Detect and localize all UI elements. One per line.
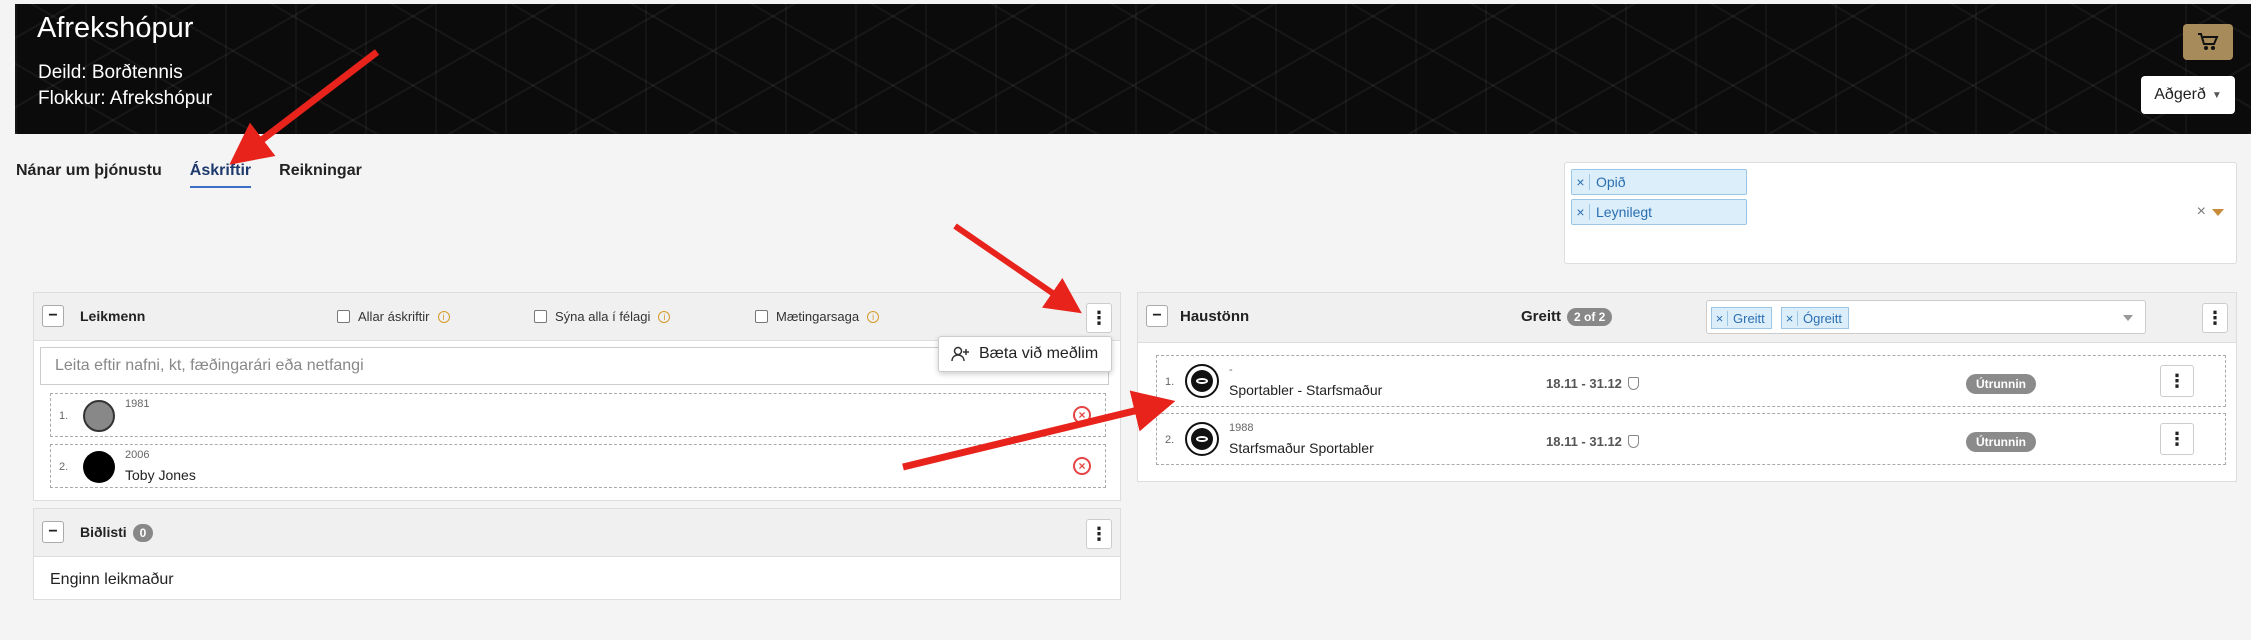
filter-tag-label: Leynilegt [1596, 204, 1653, 220]
filter-tag-open: × Opið [1571, 169, 1747, 195]
checkbox-label: Mætingarsaga [776, 309, 860, 324]
row-index: 2. [59, 461, 69, 473]
avatar [1185, 364, 1219, 398]
waitlist-panel-title: Biðlisti 0 [80, 524, 154, 542]
add-member-menu-item[interactable]: Bæta við meðlim [938, 336, 1112, 372]
status-badge: Útrunnin [1966, 374, 2036, 394]
cart-button[interactable] [2183, 24, 2233, 60]
more-options-button[interactable]: ⋮ [1086, 519, 1112, 549]
checkbox[interactable] [337, 310, 350, 323]
filter-tag-paid: × Greitt [1711, 307, 1772, 329]
paid-status: Greitt 2 of 2 [1521, 308, 1613, 326]
term-panel-title: Haustönn [1180, 308, 1250, 325]
payment-filter-select[interactable]: × Greitt × Ógreitt [1706, 300, 2146, 334]
collapse-button[interactable]: − [42, 305, 64, 327]
remove-icon[interactable]: × [1073, 406, 1091, 424]
avatar [83, 451, 115, 483]
action-dropdown-button[interactable]: Aðgerð ▼ [2141, 76, 2235, 114]
waitlist-panel: − Biðlisti 0 ⋮ Enginn leikmaður [33, 508, 1121, 600]
remove-tag-icon[interactable]: × [1712, 310, 1728, 326]
filter-tag-label: Greitt [1733, 310, 1765, 326]
term-panel: − Haustönn Greitt 2 of 2 × Greitt × Ógrei… [1137, 292, 2237, 482]
subscription-dates: 18.11 - 31.12 [1546, 376, 1639, 391]
more-options-button[interactable]: ⋮ [1086, 303, 1112, 333]
avatar [83, 400, 115, 432]
birth-year: 1988 [1229, 422, 1254, 434]
table-row[interactable]: 1. 1981 × [50, 393, 1106, 437]
checkbox[interactable] [755, 310, 768, 323]
chevron-down-icon: ▼ [2211, 89, 2222, 101]
birth-year: 1981 [125, 398, 150, 410]
waitlist-panel-header: − Biðlisti 0 ⋮ [34, 509, 1120, 557]
row-options-button[interactable]: ⋮ [2160, 423, 2194, 455]
player-name: Toby Jones [125, 467, 196, 483]
paid-label: Greitt [1521, 308, 1562, 325]
more-options-button[interactable]: ⋮ [2202, 303, 2228, 333]
checkbox-label: Sýna alla í félagi [555, 309, 651, 324]
remove-tag-icon[interactable]: × [1572, 204, 1590, 220]
action-button-label: Aðgerð [2154, 86, 2206, 103]
shield-icon [1627, 435, 1639, 448]
checkbox-label: Allar áskriftir [358, 309, 430, 324]
info-icon: i [867, 310, 880, 323]
paid-count-badge: 2 of 2 [1567, 308, 1613, 326]
page-header: Afrekshópur Deild: Borðtennis Flokkur: A… [15, 4, 2251, 134]
filter-tag-secret: × Leynilegt [1571, 199, 1747, 225]
avatar [1185, 422, 1219, 456]
tab-invoices[interactable]: Reikningar [279, 162, 362, 188]
cart-icon [2198, 33, 2219, 50]
table-row[interactable]: 2. 1988 Starfsmaður Sportabler 18.11 - 3… [1156, 413, 2226, 465]
players-panel-header: − Leikmenn Allar áskriftir i Sýna alla í… [34, 293, 1120, 341]
show-all-in-club-checkbox[interactable]: Sýna alla í félagi i [534, 309, 671, 324]
filter-tag-label: Ógreitt [1803, 310, 1843, 326]
remove-icon[interactable]: × [1073, 457, 1091, 475]
checkbox[interactable] [534, 310, 547, 323]
status-badge: Útrunnin [1966, 432, 2036, 452]
date-range: 18.11 - 31.12 [1546, 434, 1622, 449]
filter-tag-label: Opið [1596, 174, 1626, 190]
tab-subscriptions[interactable]: Áskriftir [189, 162, 252, 188]
info-icon: i [437, 310, 450, 323]
visibility-filter-select[interactable]: × Opið × Leynilegt × [1564, 162, 2237, 264]
row-index: 1. [1165, 376, 1175, 388]
chevron-down-icon[interactable] [2212, 209, 2224, 216]
all-subscriptions-checkbox[interactable]: Allar áskriftir i [337, 309, 450, 324]
member-name: Starfsmaður Sportabler [1229, 440, 1374, 456]
date-range: 18.11 - 31.12 [1546, 376, 1622, 391]
waitlist-title-text: Biðlisti [80, 524, 127, 540]
filter-tag-unpaid: × Ógreitt [1781, 307, 1850, 329]
players-panel: − Leikmenn Allar áskriftir i Sýna alla í… [33, 292, 1121, 501]
shield-icon [1627, 377, 1639, 390]
birth-year: - [1229, 364, 1233, 376]
subscription-dates: 18.11 - 31.12 [1546, 434, 1639, 449]
department-label: Deild: Borðtennis [38, 62, 183, 83]
menu-item-label: Bæta við meðlim [979, 345, 1099, 362]
page-title: Afrekshópur [37, 12, 194, 44]
table-row[interactable]: 1. - Sportabler - Starfsmaður 18.11 - 31… [1156, 355, 2226, 407]
collapse-button[interactable]: − [42, 521, 64, 543]
chevron-down-icon[interactable] [2123, 315, 2133, 321]
tab-bar: Nánar um þjónustu Áskriftir Reikningar [16, 162, 362, 188]
add-user-icon [951, 346, 969, 362]
info-icon: i [658, 310, 671, 323]
count-badge: 0 [132, 524, 154, 542]
table-row[interactable]: 2. 2006 Toby Jones × [50, 444, 1106, 488]
empty-state-text: Enginn leikmaður [50, 571, 174, 588]
birth-year: 2006 [125, 449, 150, 461]
tab-service-details[interactable]: Nánar um þjónustu [16, 162, 162, 188]
remove-tag-icon[interactable]: × [1782, 310, 1798, 326]
member-name: Sportabler - Starfsmaður [1229, 382, 1383, 398]
group-label: Flokkur: Afrekshópur [38, 88, 213, 109]
players-panel-title: Leikmenn [80, 308, 146, 324]
term-panel-header: − Haustönn Greitt 2 of 2 × Greitt × Ógrei… [1138, 293, 2236, 343]
remove-tag-icon[interactable]: × [1572, 174, 1590, 190]
row-options-button[interactable]: ⋮ [2160, 365, 2194, 397]
collapse-button[interactable]: − [1146, 305, 1168, 327]
row-index: 1. [59, 410, 69, 422]
attendance-history-checkbox[interactable]: Mætingarsaga i [755, 309, 880, 324]
clear-filter-icon[interactable]: × [2197, 203, 2206, 221]
row-index: 2. [1165, 434, 1175, 446]
